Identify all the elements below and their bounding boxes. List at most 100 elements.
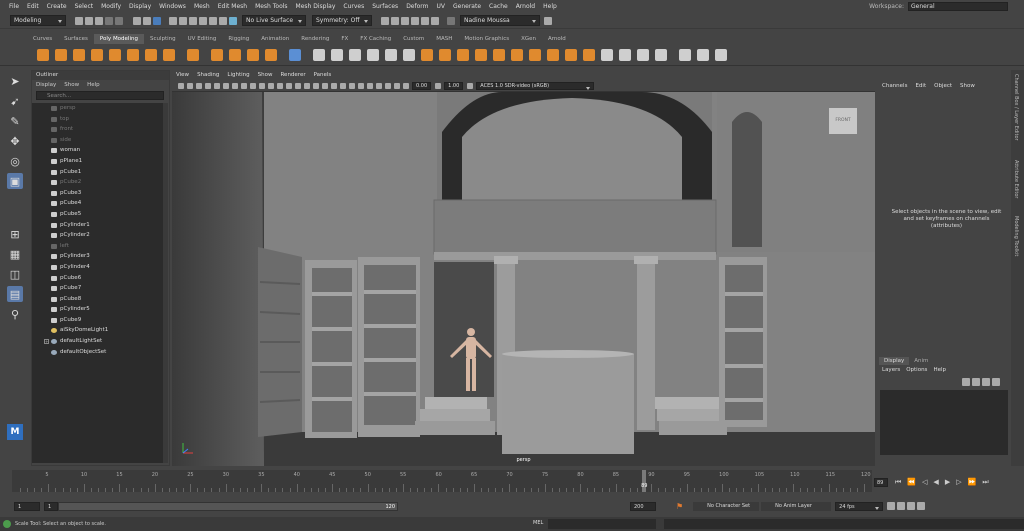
shelf-tab-fx-caching[interactable]: FX Caching [354,34,397,44]
shadows-icon[interactable] [330,82,337,89]
poly-torus-icon[interactable] [109,48,121,61]
outliner-item[interactable]: pCube1 [32,167,163,178]
menu-generate[interactable]: Generate [453,0,481,13]
sound-icon[interactable] [897,502,906,510]
mel-label[interactable]: MEL [533,520,543,526]
camera-select-icon[interactable] [177,82,184,89]
search-icon[interactable]: ⚲ [7,306,23,322]
step-back-icon[interactable]: ◁ [922,478,927,486]
poly-cone-icon[interactable] [91,48,103,61]
outliner-item[interactable]: pCube8 [32,294,163,305]
layer-down-icon[interactable] [972,378,980,386]
snap-grid-icon[interactable] [169,16,177,25]
mirror-icon[interactable] [349,48,361,61]
outliner-item[interactable]: pCylinder1 [32,220,163,231]
film-gate-icon[interactable] [222,82,229,89]
channel-menu-object[interactable]: Object [934,83,952,89]
single-view-icon[interactable]: ⊞ [7,226,23,242]
outliner-item[interactable]: top [32,114,163,125]
merge-icon[interactable] [493,48,505,61]
hypershade-icon[interactable] [421,16,429,25]
step-back-key-icon[interactable]: ⏪ [907,478,916,486]
outliner-item[interactable]: pCube3 [32,188,163,199]
resolution-gate-icon[interactable] [231,82,238,89]
play-back-icon[interactable]: ◀ [933,478,938,486]
anim-layer-dropdown[interactable]: No Anim Layer [761,501,832,511]
mode-dropdown[interactable]: Modeling [10,15,66,26]
shelf-tab-rendering[interactable]: Rendering [295,34,335,44]
viewport-menu-shading[interactable]: Shading [197,72,219,78]
bevel-icon[interactable] [289,48,301,61]
viewport-menu-lighting[interactable]: Lighting [227,72,249,78]
shelf-tab-custom[interactable]: Custom [397,34,430,44]
outliner-search-input[interactable]: Search... [36,91,164,100]
poly-disc-icon[interactable] [145,48,157,61]
history-icon[interactable] [381,16,389,25]
snap-surface-icon[interactable] [209,16,217,25]
fps-dropdown[interactable]: 24 fps [835,501,884,511]
paint-select-icon[interactable]: ✎ [7,113,23,129]
smooth-icon[interactable] [367,48,379,61]
shelf-tab-uv-editing[interactable]: UV Editing [182,34,223,44]
outliner-item[interactable]: defaultObjectSet [32,347,163,358]
layer-up-icon[interactable] [962,378,970,386]
snap-curve-icon[interactable] [179,16,187,25]
wireframe-on-shaded-icon[interactable] [303,82,310,89]
3d-viewport[interactable]: FRONT persp [172,92,875,466]
new-layer-icon[interactable] [982,378,990,386]
field-chart-icon[interactable] [249,82,256,89]
redo-icon[interactable] [115,16,123,25]
move-tool-icon[interactable]: ✥ [7,133,23,149]
outliner-item[interactable]: aiSkyDomeLight1 [32,325,163,336]
extrude-icon[interactable] [421,48,433,61]
menu-create[interactable]: Create [47,0,67,13]
menu-deform[interactable]: Deform [406,0,428,13]
outliner-item[interactable]: pCube5 [32,209,163,220]
outliner-item[interactable]: pCube2 [32,177,163,188]
live-surface-icon[interactable] [229,16,237,25]
menu-help[interactable]: Help [543,0,557,13]
save-scene-icon[interactable] [95,16,103,25]
two-view-icon[interactable]: ◫ [7,266,23,282]
select-component-icon[interactable] [153,16,161,25]
viewport-menu-show[interactable]: Show [258,72,273,78]
snap-vertex-icon[interactable] [219,16,227,25]
shelf-tab-poly-modeling[interactable]: Poly Modeling [93,34,144,44]
exposure-field[interactable]: 0.00 [412,81,432,90]
menu-surfaces[interactable]: Surfaces [372,0,398,13]
live-surface-dropdown[interactable]: No Live Surface [242,15,306,26]
gamma-icon[interactable] [434,82,441,89]
settings-icon[interactable] [544,16,552,25]
outliner-item[interactable]: + defaultLightSet [32,336,163,347]
combine-icon[interactable] [313,48,325,61]
character-set-dropdown[interactable]: No Character Set [693,501,760,511]
shelf-tab-arnold[interactable]: Arnold [542,34,572,44]
outliner-item[interactable]: pCylinder3 [32,251,163,262]
menu-curves[interactable]: Curves [343,0,364,13]
new-layer-selected-icon[interactable] [992,378,1000,386]
expand-icon[interactable]: + [44,339,49,345]
gate-mask-icon[interactable] [240,82,247,89]
isolate-select-icon[interactable] [366,82,373,89]
menu-windows[interactable]: Windows [159,0,186,13]
outliner-item[interactable]: pCylinder5 [32,304,163,315]
shelf-tab-sculpting[interactable]: Sculpting [144,34,182,44]
snap-view-icon[interactable] [199,16,207,25]
poly-plane-icon[interactable] [127,48,139,61]
range-bar[interactable]: 120 [58,501,398,511]
fill-hole-icon[interactable] [475,48,487,61]
auto-map-icon[interactable] [655,48,667,61]
color-space-dropdown[interactable]: ACES 1.0 SDR-video (sRGB) [476,81,595,90]
outliner-menu-display[interactable]: Display [36,82,56,88]
outliner-item[interactable]: pCube6 [32,273,163,284]
poly-cube-icon[interactable] [55,48,67,61]
multi-cut-icon[interactable] [679,48,691,61]
symmetry-dropdown[interactable]: Symmetry: Off [312,15,372,26]
outliner-item[interactable]: persp [32,103,163,114]
wedge-icon[interactable] [547,48,559,61]
render-icon[interactable] [391,16,399,25]
wireframe-icon[interactable] [276,82,283,89]
range-key-icon[interactable] [907,502,916,510]
menu-edit-mesh[interactable]: Edit Mesh [218,0,247,13]
planar-map-icon[interactable] [637,48,649,61]
